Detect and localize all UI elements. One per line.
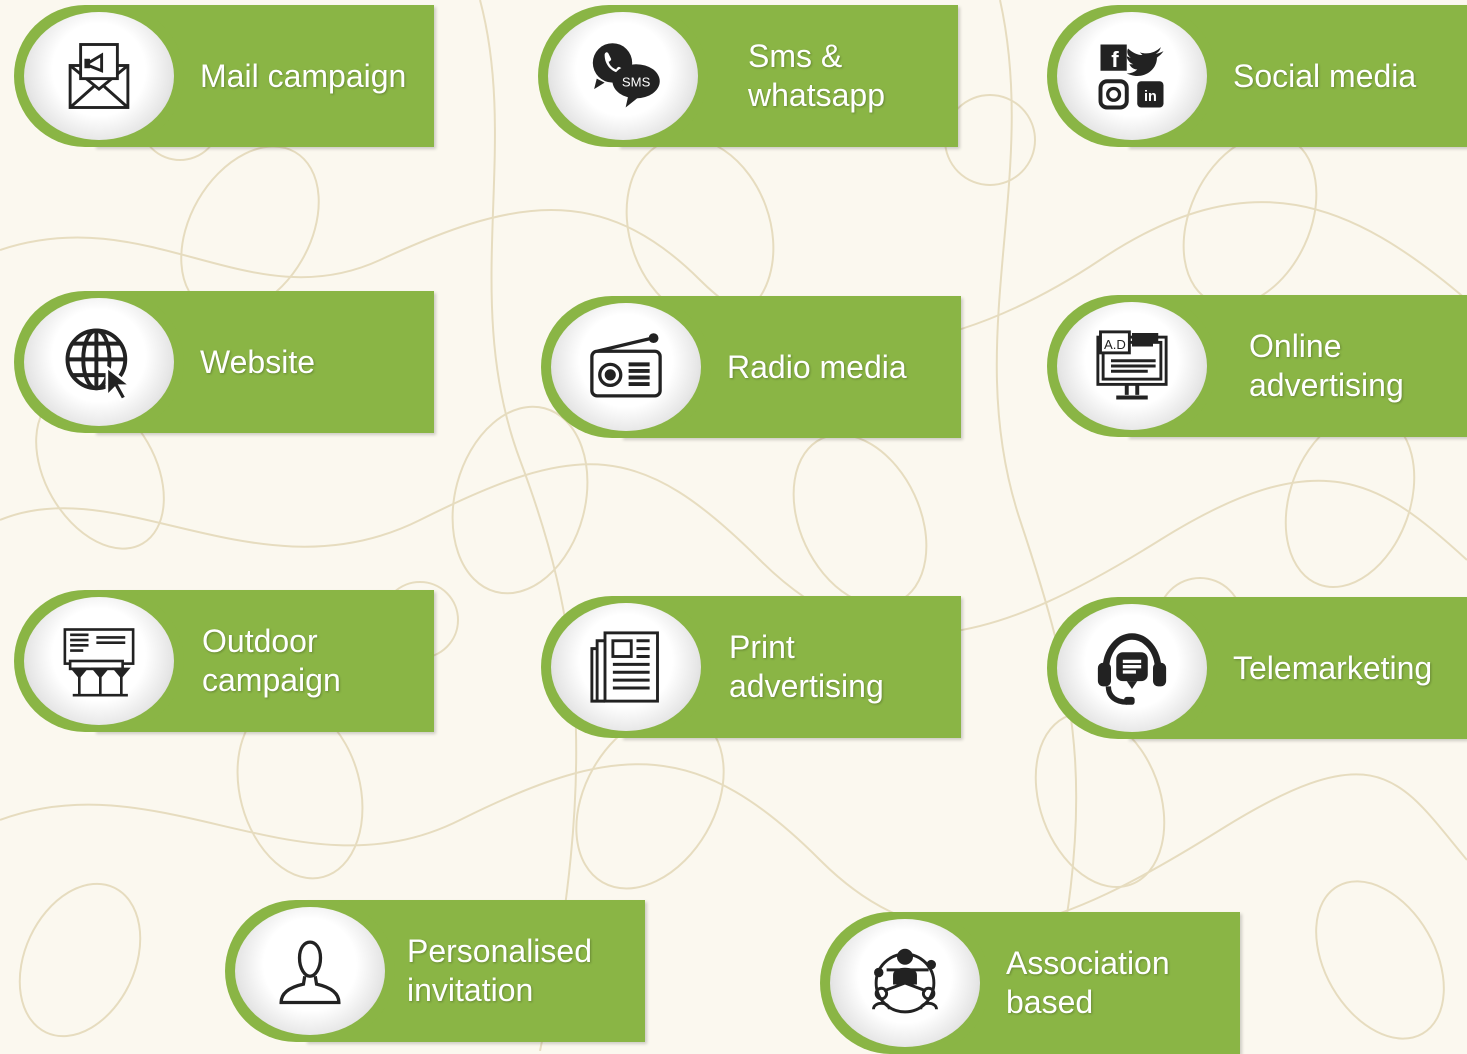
card-label: Radio media — [727, 348, 907, 385]
personalised-invitation-card[interactable]: Personalised invitation — [225, 900, 645, 1042]
ad-badge: A.D — [1104, 337, 1126, 352]
billboard-icon — [24, 597, 174, 725]
card-label: Website — [200, 343, 316, 380]
online-ad-icon: A.D — [1057, 302, 1207, 430]
website-card[interactable]: Website — [14, 291, 434, 433]
network-people-icon — [830, 919, 980, 1047]
social-media-icon: f in — [1057, 12, 1207, 140]
radio-icon — [551, 303, 701, 431]
card-label: Telemarketing — [1233, 649, 1433, 686]
svg-text:f: f — [1111, 47, 1119, 72]
newspaper-icon — [551, 603, 701, 731]
card-label: Social media — [1233, 57, 1417, 94]
sms-whatsapp-card[interactable]: SMS Sms & whatsapp — [538, 5, 958, 147]
radio-media-card[interactable]: Radio media — [541, 296, 961, 438]
card-label: Print advertising — [729, 629, 884, 704]
card-label: Mail campaign — [200, 57, 407, 94]
telemarketing-card[interactable]: Telemarketing — [1047, 597, 1467, 739]
svg-text:in: in — [1144, 89, 1157, 105]
online-advertising-card[interactable]: A.D Online advertising — [1047, 295, 1467, 437]
headset-icon — [1057, 604, 1207, 732]
whatsapp-sms-icon: SMS — [548, 12, 698, 140]
instagram-icon — [1098, 79, 1129, 110]
leaf-pattern-background — [0, 0, 1467, 1051]
card-label: Online advertising — [1249, 328, 1404, 403]
card-label: Sms & whatsapp — [748, 38, 885, 113]
association-based-card[interactable]: Association based — [820, 912, 1240, 1054]
mail-campaign-card[interactable]: Mail campaign — [14, 5, 434, 147]
globe-cursor-icon — [24, 298, 174, 426]
sms-badge: SMS — [622, 75, 651, 90]
social-media-card[interactable]: f in Social media — [1047, 5, 1467, 147]
card-label: Outdoor campaign — [202, 623, 341, 698]
person-icon — [235, 907, 385, 1035]
twitter-icon — [1126, 47, 1164, 76]
card-label: Association based — [1006, 945, 1170, 1020]
print-advertising-card[interactable]: Print advertising — [541, 596, 961, 738]
mail-megaphone-icon — [24, 12, 174, 140]
card-label: Personalised invitation — [407, 933, 592, 1008]
outdoor-campaign-card[interactable]: Outdoor campaign — [14, 590, 434, 732]
